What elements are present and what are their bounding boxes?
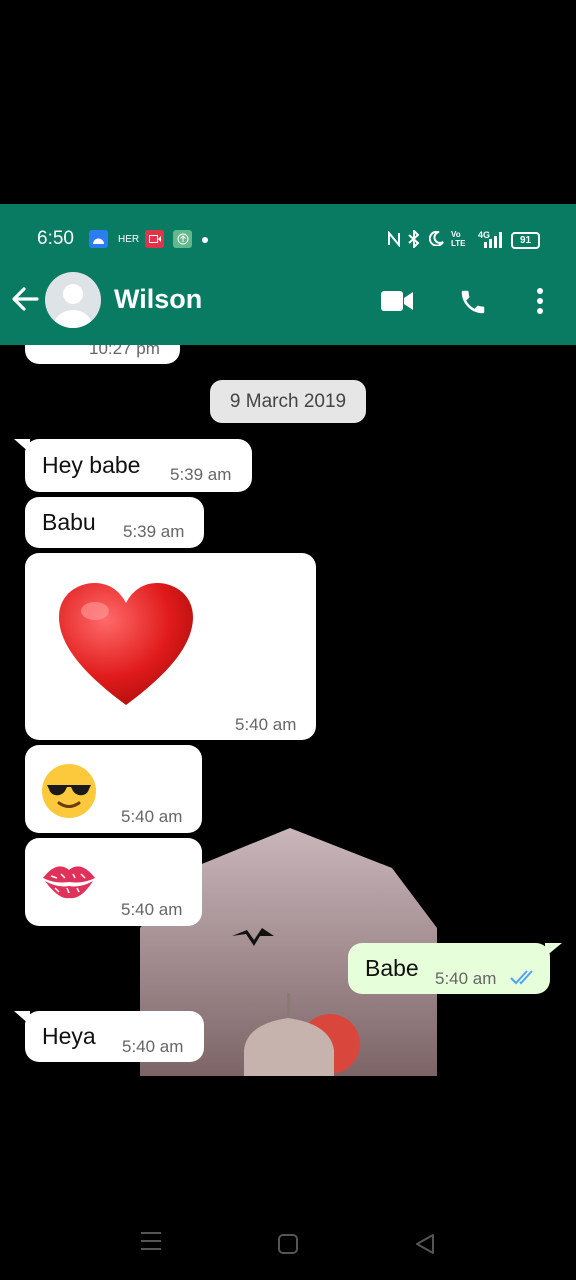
status-time: 6:50 <box>37 228 74 249</box>
more-vertical-icon[interactable] <box>535 287 545 320</box>
upload-icon <box>173 230 192 248</box>
message-time: 10:27 pm <box>89 345 160 358</box>
message-bubble-emoji[interactable]: 5:40 am <box>25 745 202 833</box>
square-home-icon[interactable] <box>277 1233 299 1260</box>
notification-text: HER <box>118 234 140 245</box>
message-time: 5:39 am <box>170 465 232 484</box>
screen-record-icon <box>145 230 164 248</box>
message-time: 5:39 am <box>123 522 185 541</box>
double-tick-read-icon <box>510 969 538 990</box>
message-text: Babe <box>365 955 419 981</box>
message-bubble-partial[interactable]: 10:27 pm <box>25 345 180 364</box>
android-icon <box>89 230 108 248</box>
signal-icon <box>482 232 502 253</box>
kiss-mark-emoji <box>41 858 97 907</box>
dot-icon <box>202 237 208 243</box>
date-separator: 9 March 2019 <box>210 380 366 423</box>
message-text: Babu <box>42 509 96 535</box>
bluetooth-icon <box>408 228 420 253</box>
message-time: 5:40 am <box>121 807 183 826</box>
battery-level: 91 <box>519 235 532 246</box>
message-time: 5:40 am <box>435 969 497 988</box>
message-bubble-emoji[interactable]: 5:40 am <box>25 838 202 926</box>
heart-emoji <box>57 581 195 712</box>
phone-icon[interactable] <box>458 287 488 322</box>
contact-name[interactable]: Wilson <box>114 284 202 315</box>
menu-lines-icon[interactable] <box>139 1230 163 1257</box>
triangle-back-icon[interactable] <box>414 1233 436 1260</box>
video-camera-icon[interactable] <box>380 290 414 317</box>
message-bubble-outgoing[interactable]: Babe 5:40 am <box>348 943 550 994</box>
back-arrow-icon[interactable] <box>10 284 40 319</box>
moon-icon <box>428 230 444 251</box>
nfc-icon <box>387 230 401 252</box>
message-text: Heya <box>42 1023 96 1049</box>
message-time: 5:40 am <box>122 1037 184 1056</box>
message-bubble[interactable]: Babu 5:39 am <box>25 497 204 548</box>
message-bubble[interactable]: Hey babe 5:39 am <box>25 439 252 492</box>
volte-label: Vo LTE <box>451 230 466 248</box>
message-bubble-sticker[interactable]: 5:40 am <box>25 553 316 740</box>
sunglasses-face-emoji <box>41 763 97 824</box>
message-bubble[interactable]: Heya 5:40 am <box>25 1011 204 1062</box>
message-text: Hey babe <box>42 452 141 478</box>
battery-icon: 91 <box>511 232 540 249</box>
message-time: 5:40 am <box>235 715 297 734</box>
message-time: 5:40 am <box>121 900 183 919</box>
default-avatar-icon[interactable] <box>45 272 101 328</box>
